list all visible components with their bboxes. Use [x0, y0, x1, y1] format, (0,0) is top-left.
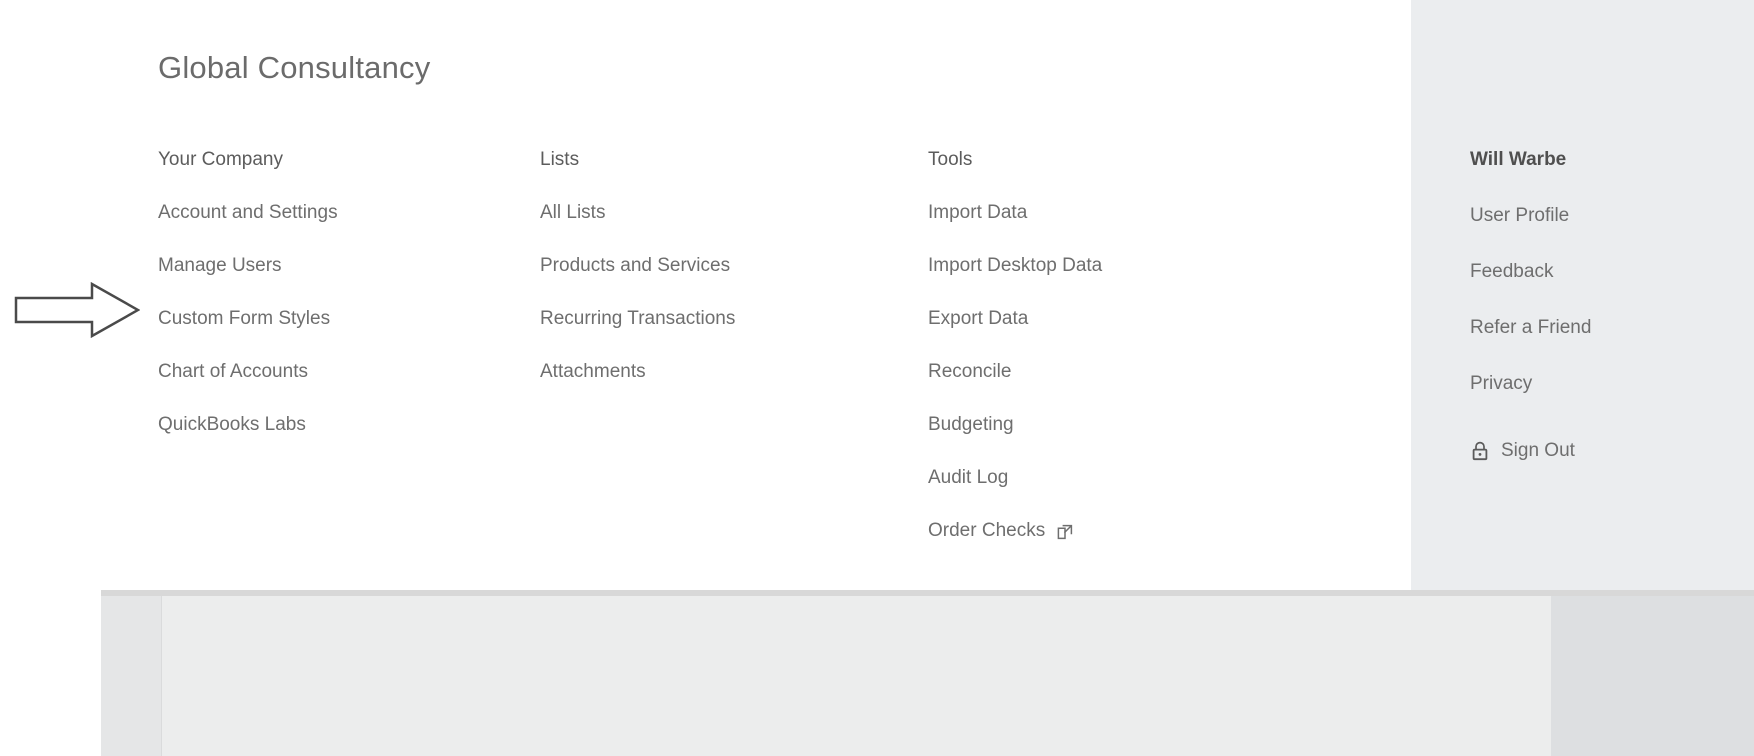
- user-name: Will Warbe: [1470, 149, 1567, 170]
- page-title: Global Consultancy: [158, 50, 431, 85]
- panel-item-refer-a-friend[interactable]: Refer a Friend: [1470, 318, 1591, 338]
- lock-icon: [1470, 440, 1490, 462]
- menu-item-import-data[interactable]: Import Data: [928, 203, 1027, 223]
- menu-item-label: Budgeting: [928, 414, 1014, 435]
- panel-item-feedback[interactable]: Feedback: [1470, 262, 1553, 282]
- app-frame: Global Consultancy Your Company Account …: [0, 0, 1754, 756]
- menu-item-label: Products and Services: [540, 255, 731, 276]
- right-content-area: [1551, 596, 1754, 756]
- menu-item-label: Chart of Accounts: [158, 361, 308, 382]
- menu-item-label: Export Data: [928, 308, 1029, 329]
- column-heading-your-company: Your Company: [158, 149, 283, 170]
- menu-item-custom-form-styles[interactable]: Custom Form Styles: [158, 309, 330, 329]
- external-link-icon: [1056, 523, 1074, 541]
- panel-item-label: Privacy: [1470, 373, 1533, 394]
- menu-column-your-company: Your Company Account and Settings Manage…: [158, 150, 538, 435]
- menu-item-quickbooks-labs[interactable]: QuickBooks Labs: [158, 415, 306, 435]
- menu-item-label: Import Desktop Data: [928, 255, 1103, 276]
- menu-item-import-desktop-data[interactable]: Import Desktop Data: [928, 256, 1102, 276]
- menu-item-reconcile[interactable]: Reconcile: [928, 362, 1011, 382]
- menu-item-label: Reconcile: [928, 361, 1012, 382]
- menu-item-label: Recurring Transactions: [540, 308, 736, 329]
- menu-item-products-and-services[interactable]: Products and Services: [540, 256, 730, 276]
- menu-item-label: Manage Users: [158, 255, 282, 276]
- menu-item-chart-of-accounts[interactable]: Chart of Accounts: [158, 362, 308, 382]
- menu-item-label: Audit Log: [928, 467, 1009, 488]
- sign-out-button[interactable]: Sign Out: [1470, 440, 1575, 462]
- panel-item-label: User Profile: [1470, 205, 1570, 226]
- menu-item-label: All Lists: [540, 202, 606, 223]
- menu-item-label: Import Data: [928, 202, 1028, 223]
- menu-item-audit-log[interactable]: Audit Log: [928, 468, 1008, 488]
- menu-column-tools: Tools Import Data Import Desktop Data Ex…: [928, 150, 1258, 541]
- panel-item-label: Feedback: [1470, 261, 1554, 282]
- menu-item-account-and-settings[interactable]: Account and Settings: [158, 203, 338, 223]
- menu-item-budgeting[interactable]: Budgeting: [928, 415, 1014, 435]
- column-heading-tools: Tools: [928, 149, 973, 170]
- menu-item-recurring-transactions[interactable]: Recurring Transactions: [540, 309, 735, 329]
- panel-item-user-profile[interactable]: User Profile: [1470, 206, 1569, 226]
- user-account-panel-content: Will Warbe User Profile Feedback Refer a…: [1470, 150, 1740, 462]
- menu-item-label: Attachments: [540, 361, 646, 382]
- right-arrow-annotation: [14, 281, 141, 339]
- menu-column-lists: Lists All Lists Products and Services Re…: [540, 150, 930, 382]
- menu-item-label: Order Checks: [928, 520, 1046, 541]
- main-content-area: [161, 596, 1551, 756]
- menu-item-label: Custom Form Styles: [158, 308, 331, 329]
- panel-item-label: Refer a Friend: [1470, 317, 1592, 338]
- menu-item-export-data[interactable]: Export Data: [928, 309, 1028, 329]
- menu-item-label: QuickBooks Labs: [158, 414, 306, 435]
- user-account-panel: Will Warbe User Profile Feedback Refer a…: [1411, 0, 1754, 590]
- left-navigation-rail: [101, 596, 161, 756]
- panel-item-privacy[interactable]: Privacy: [1470, 374, 1532, 394]
- menu-item-manage-users[interactable]: Manage Users: [158, 256, 282, 276]
- menu-item-attachments[interactable]: Attachments: [540, 362, 646, 382]
- menu-item-order-checks[interactable]: Order Checks: [928, 521, 1074, 541]
- column-heading-lists: Lists: [540, 149, 580, 170]
- menu-item-label: Account and Settings: [158, 202, 338, 223]
- menu-item-all-lists[interactable]: All Lists: [540, 203, 605, 223]
- sign-out-label: Sign Out: [1501, 440, 1575, 461]
